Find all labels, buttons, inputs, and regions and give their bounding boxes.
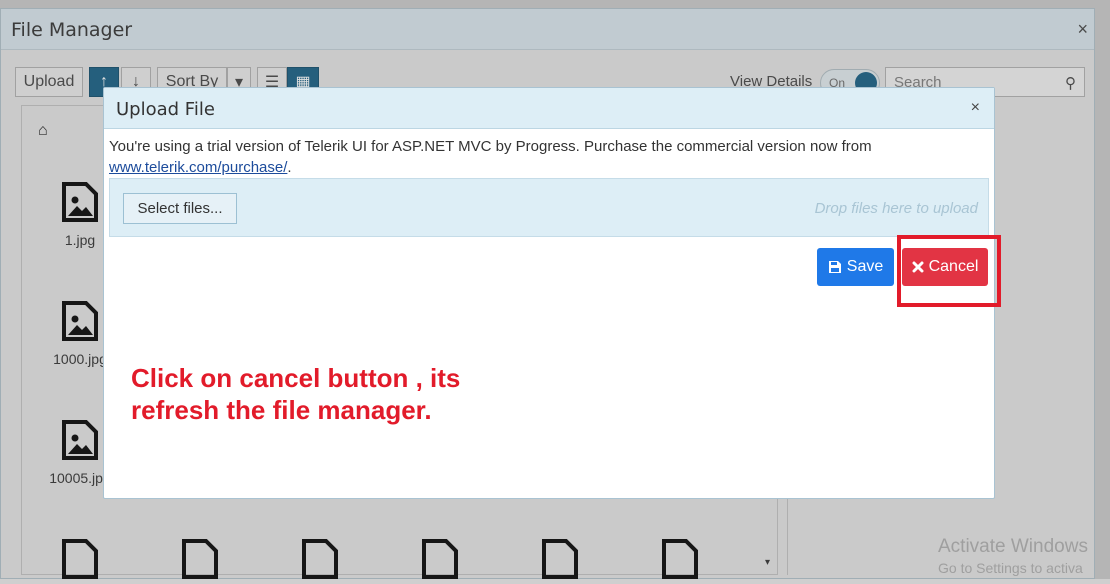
purchase-link[interactable]: www.telerik.com/purchase/: [109, 159, 287, 176]
upload-file-dialog: Upload File × You're using a trial versi…: [103, 87, 995, 499]
dialog-header: Upload File ×: [104, 88, 994, 129]
trial-end: .: [287, 159, 292, 176]
dialog-title: Upload File: [116, 99, 215, 120]
upload-dropzone[interactable]: Select files... Drop files here to uploa…: [109, 178, 989, 237]
save-button[interactable]: Save: [817, 248, 894, 286]
trial-text: You're using a trial version of Telerik …: [109, 138, 872, 155]
dialog-close-icon[interactable]: ×: [971, 99, 980, 117]
annotation-line-1: Click on cancel button , its: [131, 363, 461, 393]
annotation-line-2: refresh the file manager.: [131, 395, 432, 425]
save-label: Save: [846, 258, 884, 275]
save-icon: [828, 261, 841, 273]
cancel-highlight-box: [897, 235, 1001, 307]
annotation-text: Click on cancel button , its refresh the…: [131, 362, 460, 426]
trial-notice: You're using a trial version of Telerik …: [109, 136, 872, 178]
drop-hint: Drop files here to upload: [814, 200, 978, 217]
select-files-button[interactable]: Select files...: [123, 193, 237, 224]
